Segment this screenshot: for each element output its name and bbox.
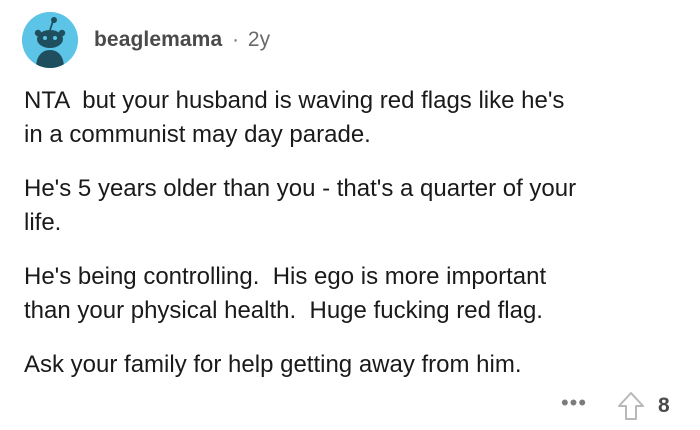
vote-score: 8 — [658, 394, 670, 417]
comment-card: beaglemama · 2y NTA but your husband is … — [0, 0, 700, 430]
comment-paragraph: He's being controlling. His ego is more … — [24, 263, 547, 324]
upvote-arrow-icon — [618, 392, 644, 420]
comment-body: NTA but your husband is waving red flags… — [24, 84, 684, 402]
comment-paragraph: Ask your family for help getting away fr… — [24, 351, 522, 378]
user-avatar[interactable] — [22, 12, 78, 68]
comment-age: 2y — [247, 28, 271, 51]
comment-actions: ••• 8 — [554, 388, 670, 424]
comment-header: beaglemama · 2y — [22, 10, 270, 70]
meta-separator: · — [232, 28, 239, 51]
comment-author[interactable]: beaglemama — [94, 28, 222, 52]
comment-paragraph: He's 5 years older than you - that's a q… — [24, 175, 577, 236]
more-options-button[interactable]: ••• — [554, 392, 594, 414]
snoo-avatar-icon — [22, 12, 78, 68]
upvote-button[interactable] — [614, 389, 648, 423]
comment-paragraph: NTA but your husband is waving red flags… — [24, 87, 565, 148]
